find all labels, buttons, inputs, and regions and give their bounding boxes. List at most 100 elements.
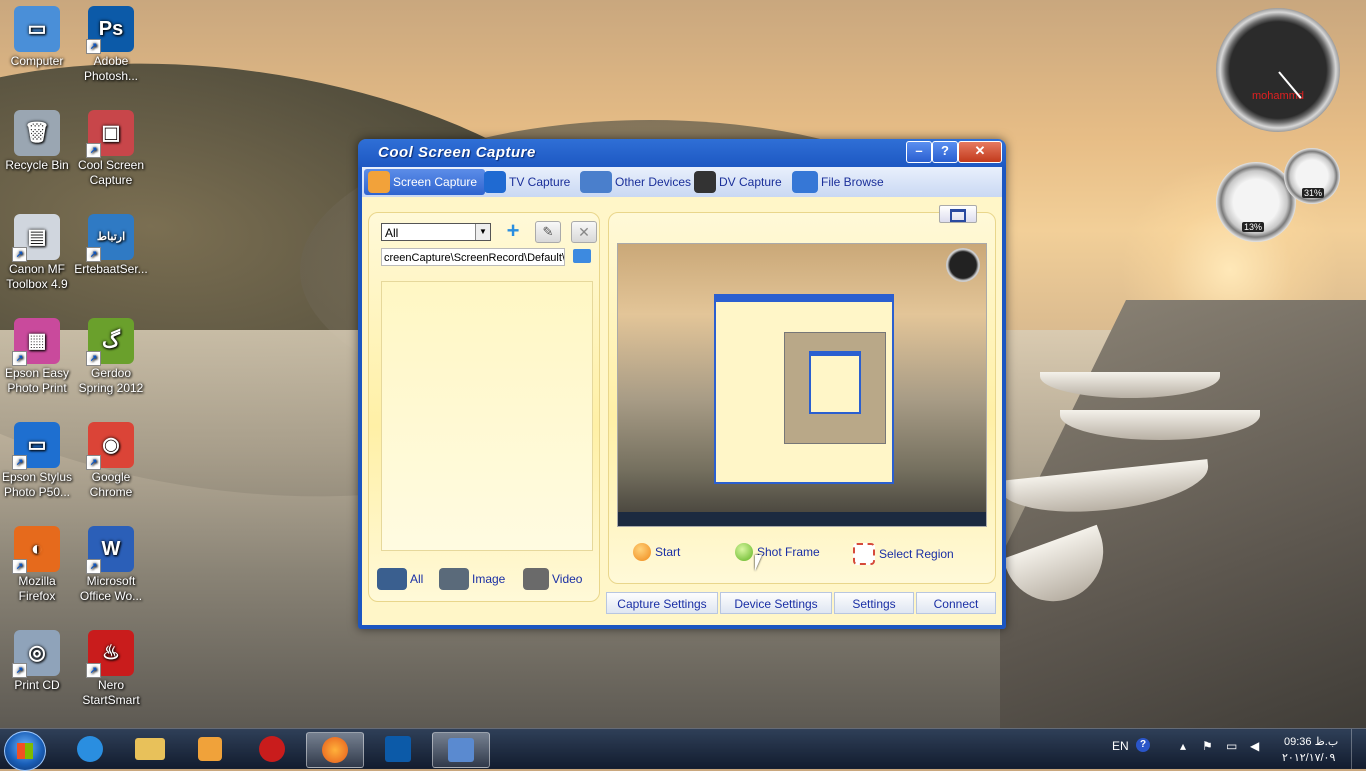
desktop-icon-label: Photo P50... [3,485,71,499]
memory-meter-gadget: 31% [1284,148,1340,204]
cool-screen-capture-window: Cool Screen Capture – ? ✕ Screen Capture… [358,139,1006,629]
volume-icon[interactable]: ◀ [1250,739,1259,753]
chevron-down-icon[interactable]: ▼ [475,224,490,240]
nero-icon [259,736,285,762]
chrome-icon: ◉ ↗ [86,422,134,470]
desktop-icon-print-cd[interactable]: ◎ ↗ Print CD [0,630,74,693]
action-center-flag-icon[interactable]: ⚑ [1202,739,1213,753]
image-icon [439,568,469,590]
shortcut-arrow-icon: ↗ [12,247,27,262]
filter-all[interactable]: All [377,568,423,590]
show-desktop-button[interactable] [1351,729,1366,769]
window-title: Cool Screen Capture [378,144,536,161]
desktop-icon-gerdoo[interactable]: گ ↗ Gerdoo Spring 2012 [74,318,148,396]
clock-date[interactable]: ۲۰۱۲/۱۷/۰۹ [1282,751,1335,764]
desktop-icon-label: Google [91,470,131,484]
filter-image[interactable]: Image [439,568,505,590]
taskbar-firefox[interactable] [306,732,364,768]
media-player-icon [198,737,222,761]
camcorder-icon [694,171,716,193]
gerdoo-icon: گ ↗ [86,318,134,366]
video-camera-icon [523,568,549,590]
desktop-icon-label: Spring 2012 [78,381,144,395]
tab-other-devices[interactable]: Other Devices [580,169,691,195]
taskbar-cool-screen-capture[interactable] [432,732,490,768]
desktop-icon-ertebaat[interactable]: ارتباط ↗ ErtebaatSer... [74,214,148,277]
shortcut-arrow-icon: ↗ [86,559,101,574]
desktop-icon-label: Print CD [14,678,60,692]
connect-button[interactable]: Connect [916,592,996,614]
settings-button[interactable]: Settings [834,592,914,614]
desktop-icon-label: Toolbox 4.9 [6,277,68,291]
help-button[interactable]: ? [932,141,958,163]
save-path-field[interactable]: creenCapture\ScreenRecord\Default\ [381,248,565,266]
desktop-icon-firefox[interactable]: ◐ ↗ Mozilla Firefox [0,526,74,604]
all-files-icon [377,568,407,590]
tab-file-browse[interactable]: File Browse [792,169,884,195]
filter-dropdown[interactable]: All ▼ [381,223,491,241]
desktop-icon-epson-easy-photo[interactable]: ▦ ↗ Epson Easy Photo Print [0,318,74,396]
start-button[interactable]: Start [633,543,680,561]
firefox-icon [322,737,348,763]
tv-icon [484,171,506,193]
desktop-icon-label: Epson Stylus [1,470,73,484]
shortcut-arrow-icon: ↗ [86,351,101,366]
shortcut-arrow-icon: ↗ [86,143,101,158]
taskbar-explorer[interactable] [122,732,178,766]
desktop-icon-recycle-bin[interactable]: 🗑 Recycle Bin [0,110,74,173]
edit-icon[interactable]: ✎ [535,221,561,243]
folder-icon [135,738,165,760]
taskbar-nero[interactable] [244,732,300,766]
shot-frame-button[interactable]: Shot Frame [735,543,820,561]
filter-video[interactable]: Video [523,568,582,590]
device-settings-button[interactable]: Device Settings [720,592,832,614]
ertebaat-icon: ارتباط ↗ [86,214,134,262]
desktop-icon-epson-stylus[interactable]: ▭ ↗ Epson Stylus Photo P50... [0,422,74,500]
clock-label: mohammd [1252,90,1304,102]
clock-time[interactable]: 09:36 ب.ظ [1284,735,1338,748]
folder-icon[interactable] [573,249,591,263]
desktop-icon-nero[interactable]: ♨ ↗ Nero StartSmart [74,630,148,708]
desktop-icon-label: Chrome [89,485,133,499]
capture-settings-button[interactable]: Capture Settings [606,592,718,614]
tab-tv-capture[interactable]: TV Capture [484,169,570,195]
capture-file-list[interactable] [381,281,593,551]
desktop-icon-label: Microsoft [86,574,136,588]
start-button-orb[interactable] [4,731,46,771]
preview-panel: Start Shot Frame Select Region [608,205,996,584]
taskbar-media-player[interactable] [182,732,238,766]
desktop-icon-word[interactable]: W ↗ Microsoft Office Wo... [74,526,148,604]
desktop-icon-cool-screen-capture[interactable]: ▣ ↗ Cool Screen Capture [74,110,148,188]
desktop-icon-label: Nero [97,678,124,692]
help-tray-icon[interactable]: ? [1136,738,1150,752]
minimize-button[interactable]: – [906,141,932,163]
preview-clock-gadget [946,248,980,282]
desktop-icon-photoshop[interactable]: Ps ↗ Adobe Photosh... [74,6,148,84]
taskbar-ie[interactable] [62,732,118,766]
delete-icon[interactable]: ✕ [571,221,597,243]
camera-icon [580,171,612,193]
taskbar-photoshop[interactable] [370,732,426,766]
select-region-button[interactable]: Select Region [853,543,954,565]
tab-screen-capture[interactable]: Screen Capture [364,169,486,195]
close-button[interactable]: ✕ [958,141,1002,163]
mouse-cursor-icon [755,555,762,571]
desktop-icon-canon-toolbox[interactable]: ▤ ↗ Canon MF Toolbox 4.9 [0,214,74,292]
desktop-icon-label: Canon MF [8,262,66,276]
tab-dv-capture[interactable]: DV Capture [694,169,782,195]
language-indicator[interactable]: EN [1112,739,1129,753]
window-icon [950,209,966,222]
desktop-icon-computer[interactable]: ▭ Computer [0,6,74,69]
desktop-icon-label: ErtebaatSer... [74,262,148,276]
start-icon [633,543,651,561]
epson-stylus-icon: ▭ ↗ [12,422,60,470]
maximize-preview-button[interactable] [939,205,977,223]
add-icon[interactable]: + [501,220,525,242]
photoshop-icon [385,736,411,762]
network-icon[interactable]: ▭ [1226,739,1237,753]
shortcut-arrow-icon: ↗ [86,39,101,54]
tray-expand-icon[interactable]: ▴ [1180,739,1186,753]
desktop-icon-chrome[interactable]: ◉ ↗ Google Chrome [74,422,148,500]
taskbar: EN ? ▴ ⚑ ▭ ◀ 09:36 ب.ظ ۲۰۱۲/۱۷/۰۹ [0,728,1366,771]
desktop-icon-label: Cool Screen [77,158,145,172]
